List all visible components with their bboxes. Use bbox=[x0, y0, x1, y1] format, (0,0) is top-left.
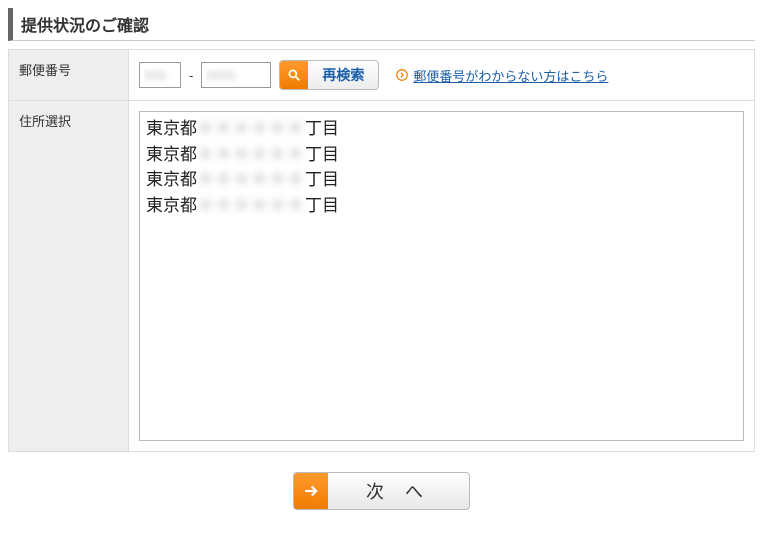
address-item[interactable]: 東京都＊＊＊＊＊＊丁目 bbox=[146, 193, 737, 219]
arrow-right-icon bbox=[294, 473, 328, 509]
address-masked: ＊＊＊＊＊＊ bbox=[197, 142, 305, 168]
research-button[interactable]: 再検索 bbox=[279, 60, 379, 90]
next-button-label: 次 へ bbox=[328, 473, 469, 509]
address-item[interactable]: 東京都＊＊＊＊＊＊丁目 bbox=[146, 142, 737, 168]
arrow-right-icon bbox=[395, 68, 409, 82]
next-button[interactable]: 次 へ bbox=[293, 472, 470, 510]
search-icon bbox=[280, 61, 308, 89]
address-item[interactable]: 東京都＊＊＊＊＊＊丁目 bbox=[146, 167, 737, 193]
address-suffix: 丁目 bbox=[305, 196, 339, 215]
address-prefix: 東京都 bbox=[146, 170, 197, 189]
zip-label: 郵便番号 bbox=[9, 50, 129, 101]
research-button-label: 再検索 bbox=[308, 61, 378, 89]
address-label: 住所選択 bbox=[9, 101, 129, 452]
zip-row: - 再検索 bbox=[139, 60, 744, 90]
address-item[interactable]: 東京都＊＊＊＊＊＊丁目 bbox=[146, 116, 737, 142]
zip-dash: - bbox=[189, 68, 193, 83]
address-masked: ＊＊＊＊＊＊ bbox=[197, 116, 305, 142]
address-suffix: 丁目 bbox=[305, 170, 339, 189]
address-suffix: 丁目 bbox=[305, 119, 339, 138]
address-masked: ＊＊＊＊＊＊ bbox=[197, 167, 305, 193]
address-prefix: 東京都 bbox=[146, 119, 197, 138]
address-suffix: 丁目 bbox=[305, 145, 339, 164]
zip-part2-input[interactable] bbox=[201, 62, 271, 88]
form-table: 郵便番号 - 再検索 bbox=[8, 49, 755, 452]
zip-part1-input[interactable] bbox=[139, 62, 181, 88]
address-prefix: 東京都 bbox=[146, 145, 197, 164]
page-title: 提供状況のご確認 bbox=[8, 8, 755, 41]
address-list[interactable]: 東京都＊＊＊＊＊＊丁目東京都＊＊＊＊＊＊丁目東京都＊＊＊＊＊＊丁目東京都＊＊＊＊… bbox=[139, 111, 744, 441]
address-masked: ＊＊＊＊＊＊ bbox=[197, 193, 305, 219]
address-prefix: 東京都 bbox=[146, 196, 197, 215]
zip-help-link[interactable]: 郵便番号がわからない方はこちら bbox=[413, 66, 608, 85]
